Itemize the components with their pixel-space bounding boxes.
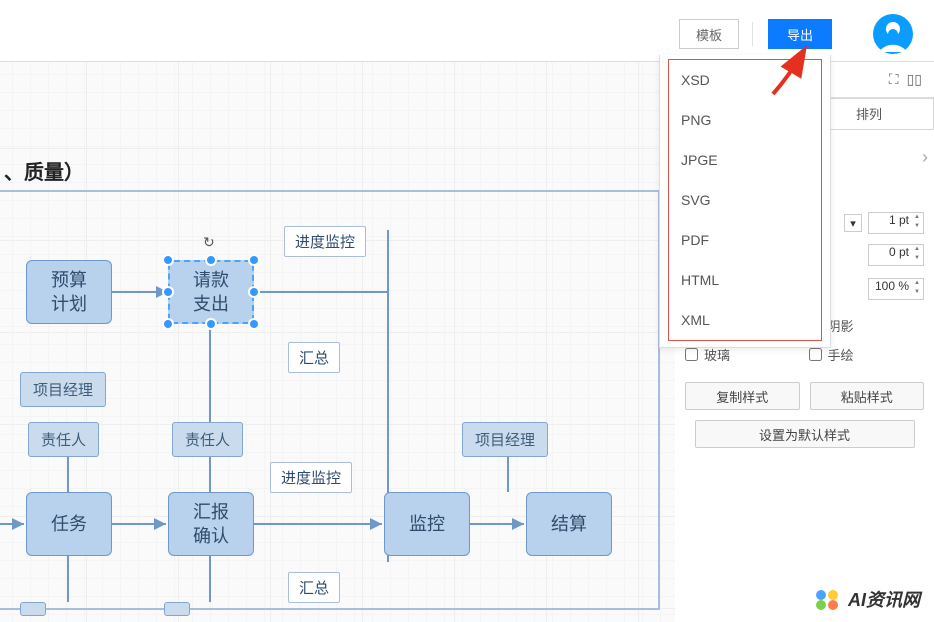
template-button[interactable]: 模板 [679,19,739,49]
resize-handle[interactable] [162,318,174,330]
export-item-html[interactable]: HTML [669,260,821,300]
stroke-dropdown-icon[interactable]: ▾ [844,214,862,232]
canvas[interactable]: 、质量） 预算 计划 ↻ 请款 支出 [0,62,675,622]
copy-style-button[interactable]: 复制样式 [685,382,800,410]
spinner[interactable]: ▲▼ [912,246,922,264]
diagram-title: 、质量） [4,156,84,185]
node-budget-plan[interactable]: 预算 计划 [26,260,112,324]
opacity-input[interactable]: 100 % ▲▼ [868,278,924,300]
resize-handle[interactable] [162,286,174,298]
node-label: 汇报 确认 [193,500,229,549]
checkbox[interactable] [685,348,698,361]
export-dropdown-highlight: XSD PNG JPGE SVG PDF HTML XML [668,59,822,341]
resize-handle[interactable] [248,254,260,266]
tag-partial[interactable] [20,602,46,616]
rotate-handle-icon[interactable]: ↻ [203,234,219,250]
label-summary2[interactable]: 汇总 [288,572,340,603]
node-label: 请款 支出 [193,268,229,317]
resize-handle[interactable] [205,318,217,330]
paste-style-button[interactable]: 粘贴样式 [810,382,925,410]
tag-owner1[interactable]: 责任人 [28,422,99,457]
export-item-png[interactable]: PNG [669,100,821,140]
tag-owner2[interactable]: 责任人 [172,422,243,457]
checkbox[interactable] [809,348,822,361]
label-summary1[interactable]: 汇总 [288,342,340,373]
label-progress1[interactable]: 进度监控 [284,226,366,257]
node-label: 预算 计划 [51,268,87,317]
node-report-confirm[interactable]: 汇报 确认 [168,492,254,556]
style-buttons: 复制样式 粘贴样式 [685,382,924,410]
node-monitor[interactable]: 监控 [384,492,470,556]
fullscreen-icon[interactable]: ⛶ [889,71,899,88]
layout-icon[interactable]: ▯▯ [907,71,922,88]
stroke-width-value: 1 pt [889,213,909,227]
node-payment[interactable]: 请款 支出 [168,260,254,324]
check-label: 阴影 [828,316,854,335]
spacing-input[interactable]: 0 pt ▲▼ [868,244,924,266]
spacing-value: 0 pt [889,245,909,259]
set-default-button[interactable]: 设置为默认样式 [695,420,915,448]
export-item-pdf[interactable]: PDF [669,220,821,260]
export-item-svg[interactable]: SVG [669,180,821,220]
spinner[interactable]: ▲▼ [912,280,922,298]
resize-handle[interactable] [162,254,174,266]
node-settle[interactable]: 结算 [526,492,612,556]
opacity-value: 100 % [875,279,909,293]
export-item-jpge[interactable]: JPGE [669,140,821,180]
node-payment-selected[interactable]: ↻ 请款 支出 [168,260,254,324]
resize-handle[interactable] [248,286,260,298]
resize-handle[interactable] [205,254,217,266]
stroke-width-input[interactable]: 1 pt ▲▼ [868,212,924,234]
export-item-xml[interactable]: XML [669,300,821,340]
export-dropdown: XSD PNG JPGE SVG PDF HTML XML [659,55,831,348]
node-label: 任务 [51,512,87,536]
spinner[interactable]: ▲▼ [912,214,922,232]
node-task[interactable]: 任务 [26,492,112,556]
chevron-right-icon[interactable]: › [918,147,928,168]
export-button[interactable]: 导出 [768,19,832,49]
node-label: 结算 [551,512,587,536]
tag-partial[interactable] [164,602,190,616]
resize-handle[interactable] [248,318,260,330]
node-label: 监控 [409,512,445,536]
avatar-icon [871,12,915,56]
user-avatar[interactable] [871,12,915,56]
check-label: 手绘 [828,345,854,364]
export-item-xsd[interactable]: XSD [669,60,821,100]
topbar: 模板 导出 [0,0,934,62]
tag-pm2[interactable]: 项目经理 [462,422,548,457]
tag-pm1[interactable]: 项目经理 [20,372,106,407]
label-progress2[interactable]: 进度监控 [270,462,352,493]
topbar-separator [752,22,753,46]
